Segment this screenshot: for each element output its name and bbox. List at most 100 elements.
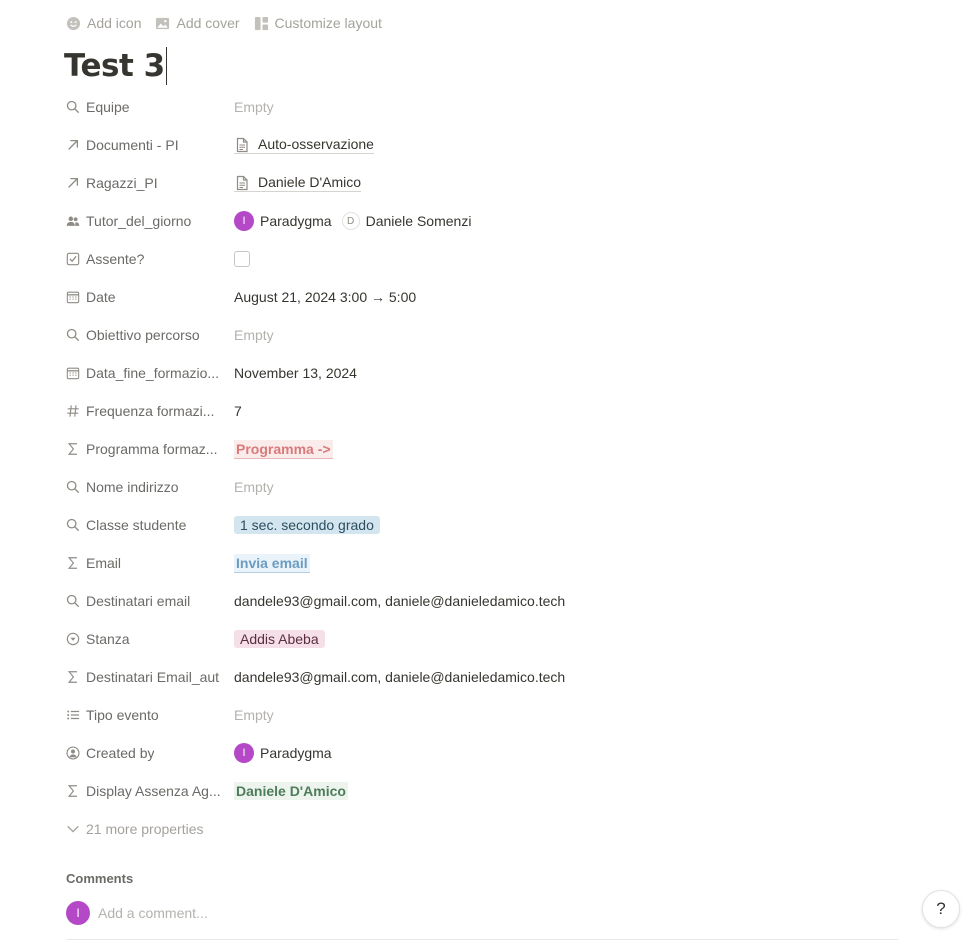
property-name[interactable]: Ragazzi_PI [66,175,234,191]
assente-checkbox[interactable] [234,251,250,267]
person-chip[interactable]: I Paradygma [234,743,332,763]
property-value[interactable]: I Paradygma [234,743,906,763]
relation-link[interactable]: Daniele D'Amico [234,174,362,192]
invia-email-link[interactable]: Invia email [234,553,310,573]
calendar-icon [66,290,80,304]
property-classe[interactable]: Classe studente 1 sec. secondo grado [66,506,906,544]
property-value[interactable]: 7 [234,403,906,419]
property-name[interactable]: Destinatari email [66,593,234,609]
empty-value: Empty [234,99,274,115]
email-list: dandele93@gmail.com, daniele@danieledami… [234,593,566,609]
property-name[interactable]: Stanza [66,631,234,647]
property-value[interactable]: Addis Abeba [234,630,906,648]
hash-icon [66,404,80,418]
add-cover-button[interactable]: Add cover [155,15,240,31]
property-documenti[interactable]: Documenti - PI Auto-osservazione [66,126,906,164]
select-icon [66,632,80,646]
property-name[interactable]: Destinatari Email_aut [66,669,234,685]
sigma-icon [66,784,80,798]
classe-tag: 1 sec. secondo grado [234,516,380,534]
property-value[interactable]: Auto-osservazione [234,136,906,154]
property-name[interactable]: Date [66,289,234,305]
avatar: I [234,211,254,231]
person-name: Paradygma [260,213,332,229]
property-destinatari-aut[interactable]: Destinatari Email_aut dandele93@gmail.co… [66,658,906,696]
property-name[interactable]: Tutor_del_giorno [66,213,234,229]
comment-input[interactable] [98,905,498,921]
property-name[interactable]: Obiettivo percorso [66,327,234,343]
person-name: Daniele Somenzi [365,213,472,229]
add-cover-label: Add cover [176,15,240,31]
property-ragazzi[interactable]: Ragazzi_PI Daniele D'Amico [66,164,906,202]
property-value[interactable]: August 21, 2024 3:00 → 5:00 [234,289,906,305]
property-name[interactable]: Email [66,555,234,571]
page-header-actions: Add icon Add cover Customize layout [66,14,382,32]
relation-link[interactable]: Auto-osservazione [234,136,374,154]
more-properties-toggle[interactable]: 21 more properties [66,821,204,837]
property-display-assenza[interactable]: Display Assenza Ag... Daniele D'Amico [66,772,906,810]
property-data-fine[interactable]: Data_fine_formazio... November 13, 2024 [66,354,906,392]
property-date[interactable]: Date August 21, 2024 3:00 → 5:00 [66,278,906,316]
property-name[interactable]: Assente? [66,251,234,267]
property-name[interactable]: Frequenza formazi... [66,403,234,419]
smiley-icon [66,16,81,30]
property-nome-indirizzo[interactable]: Nome indirizzo Empty [66,468,906,506]
person-chip[interactable]: D Daniele Somenzi [341,212,472,230]
property-email[interactable]: Email Invia email [66,544,906,582]
property-frequenza[interactable]: Frequenza formazi... 7 [66,392,906,430]
property-stanza[interactable]: Stanza Addis Abeba [66,620,906,658]
property-value[interactable]: dandele93@gmail.com, daniele@danieledami… [234,669,906,685]
property-label: Display Assenza Ag... [86,783,221,799]
property-value [234,251,906,267]
property-value[interactable]: 1 sec. secondo grado [234,516,906,534]
customize-layout-button[interactable]: Customize layout [254,15,382,31]
property-name[interactable]: Data_fine_formazio... [66,365,234,381]
property-destinatari[interactable]: Destinatari email dandele93@gmail.com, d… [66,582,906,620]
search-icon [66,594,80,608]
page-title-text[interactable]: Test 3 [64,48,165,84]
avatar: D [341,212,360,230]
chevron-down-icon [67,825,79,833]
property-tutor[interactable]: Tutor_del_giorno I Paradygma D Daniele S… [66,202,906,240]
property-name[interactable]: Documenti - PI [66,137,234,153]
property-equipe[interactable]: Equipe Empty [66,88,906,126]
property-value[interactable]: dandele93@gmail.com, daniele@danieledami… [234,593,906,609]
search-icon [66,480,80,494]
property-assente[interactable]: Assente? [66,240,906,278]
date-value: November 13, 2024 [234,365,357,381]
property-tipo-evento[interactable]: Tipo evento Empty [66,696,906,734]
property-created-by[interactable]: Created by I Paradygma [66,734,906,772]
property-name[interactable]: Equipe [66,99,234,115]
property-value[interactable]: Empty [234,707,906,723]
property-value[interactable]: Empty [234,327,906,343]
property-name[interactable]: Display Assenza Ag... [66,783,234,799]
programma-link[interactable]: Programma -> [234,439,333,459]
property-value[interactable]: Daniele D'Amico [234,782,906,800]
property-value[interactable]: Invia email [234,553,906,573]
property-programma[interactable]: Programma formaz... Programma -> [66,430,906,468]
help-button[interactable]: ? [922,890,960,928]
property-value[interactable]: November 13, 2024 [234,365,906,381]
property-name[interactable]: Programma formaz... [66,441,234,457]
property-name[interactable]: Nome indirizzo [66,479,234,495]
property-value[interactable]: Daniele D'Amico [234,174,906,192]
property-label: Classe studente [86,517,187,533]
property-name[interactable]: Classe studente [66,517,234,533]
person-chip[interactable]: I Paradygma [234,211,332,231]
page-title[interactable]: Test 3 [64,44,168,88]
property-label: Assente? [86,251,145,267]
property-value[interactable]: Empty [234,99,906,115]
list-icon [66,708,80,722]
properties-list: Equipe Empty Documenti - PI Auto-osserva… [66,88,906,810]
text-caret [165,47,168,85]
add-icon-button[interactable]: Add icon [66,15,141,31]
property-value[interactable]: Empty [234,479,906,495]
avatar: I [66,901,90,925]
property-obiettivo[interactable]: Obiettivo percorso Empty [66,316,906,354]
property-value[interactable]: Programma -> [234,439,906,459]
property-name[interactable]: Tipo evento [66,707,234,723]
property-value[interactable]: I Paradygma D Daniele Somenzi [234,211,906,231]
property-name[interactable]: Created by [66,745,234,761]
property-label: Email [86,555,122,571]
property-label: Programma formaz... [86,441,218,457]
